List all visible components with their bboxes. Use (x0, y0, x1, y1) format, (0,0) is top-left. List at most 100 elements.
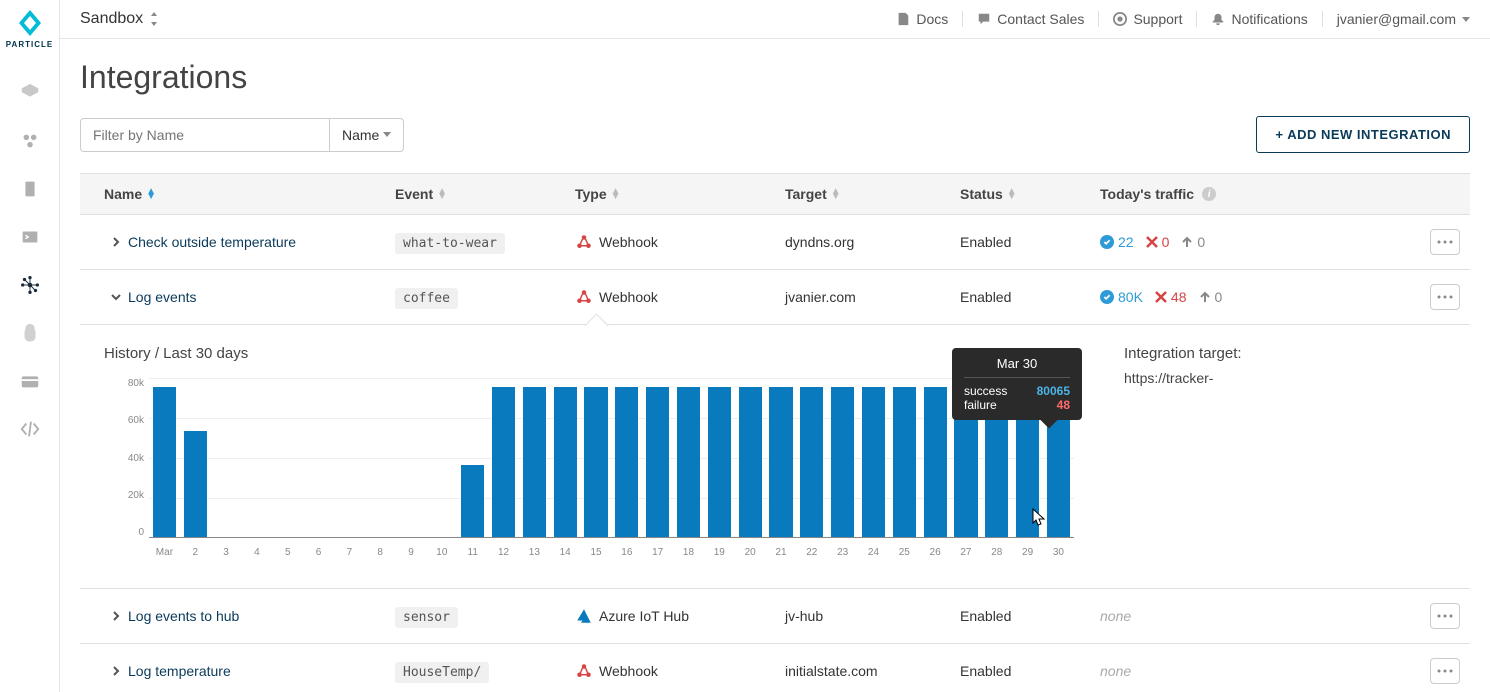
chart-bar[interactable] (858, 378, 889, 537)
x-tick: 28 (981, 547, 1012, 558)
traffic-error: 0 (1146, 234, 1170, 250)
chart-bar[interactable] (457, 378, 488, 537)
breadcrumb[interactable]: Sandbox (80, 10, 159, 28)
table-row[interactable]: Log temperatureHouseTemp/Webhookinitials… (80, 644, 1470, 692)
chart-bar[interactable] (519, 378, 550, 537)
expand-toggle[interactable] (104, 234, 128, 250)
chevron-right-icon (111, 611, 121, 621)
contact-link[interactable]: Contact Sales (962, 11, 1098, 27)
column-status[interactable]: Status▲▼ (960, 186, 1100, 202)
x-tick: 18 (673, 547, 704, 558)
chart-bar[interactable] (889, 378, 920, 537)
chart-bar[interactable] (704, 378, 735, 537)
integration-name[interactable]: Log events to hub (128, 608, 239, 624)
chart-bar[interactable] (766, 378, 797, 537)
chart-tooltip: Mar 30success80065failure48 (952, 348, 1082, 420)
chart-bar[interactable] (796, 378, 827, 537)
webhook-icon (575, 288, 593, 306)
chart-bar[interactable] (827, 378, 858, 537)
integration-status: Enabled (960, 663, 1100, 679)
brand-logo[interactable]: PARTICLE (6, 8, 53, 49)
chart-bar[interactable] (581, 378, 612, 537)
top-links: Docs Contact Sales Support Notifications… (882, 11, 1470, 27)
chart-bar[interactable] (488, 378, 519, 537)
expanded-detail-panel: History / Last 30 days80k60k40k20k0Mar23… (80, 325, 1470, 589)
chart-bar[interactable] (426, 378, 457, 537)
chart-bar[interactable] (396, 378, 427, 537)
nav-console-icon[interactable] (10, 217, 50, 257)
integration-name[interactable]: Log events (128, 289, 197, 305)
nav-products-icon[interactable] (10, 121, 50, 161)
tooltip-success-label: success (964, 384, 1007, 398)
integration-name[interactable]: Log temperature (128, 663, 231, 679)
chart-bar[interactable] (920, 378, 951, 537)
chart-bar[interactable] (642, 378, 673, 537)
bell-icon (1211, 12, 1225, 26)
expand-toggle[interactable] (104, 289, 128, 305)
more-actions-button[interactable] (1430, 229, 1460, 255)
nav-devices-icon[interactable] (10, 73, 50, 113)
nav-sim-icon[interactable] (10, 169, 50, 209)
y-tick: 20k (128, 490, 144, 501)
chart-bar[interactable] (735, 378, 766, 537)
chart-bar[interactable] (611, 378, 642, 537)
y-tick: 60k (128, 415, 144, 426)
column-name[interactable]: Name▲▼ (80, 186, 395, 202)
nav-auth-icon[interactable] (10, 313, 50, 353)
nav-billing-icon[interactable] (10, 361, 50, 401)
filter-input[interactable] (80, 118, 330, 152)
expand-toggle[interactable] (104, 663, 128, 679)
column-target[interactable]: Target▲▼ (785, 186, 960, 202)
chart-bar[interactable] (211, 378, 242, 537)
x-tick: 30 (1043, 547, 1074, 558)
chart-bar[interactable] (149, 378, 180, 537)
chart-bar[interactable] (673, 378, 704, 537)
filter-dropdown[interactable]: Name (330, 118, 404, 152)
x-tick: 3 (211, 547, 242, 558)
traffic-none: none (1100, 663, 1131, 679)
x-icon (1155, 291, 1167, 303)
integration-type: Webhook (599, 234, 658, 250)
traffic-success: 80K (1100, 289, 1143, 305)
user-menu[interactable]: jvanier@gmail.com (1322, 11, 1470, 27)
table-row[interactable]: Log events to hubsensorAzure IoT Hubjv-h… (80, 589, 1470, 644)
tooltip-success-value: 80065 (1037, 384, 1070, 398)
chart-bar[interactable] (334, 378, 365, 537)
add-integration-button[interactable]: + ADD NEW INTEGRATION (1256, 116, 1470, 153)
target-label: Integration target: (1124, 345, 1446, 362)
table-row[interactable]: Log eventscoffeeWebhookjvanier.comEnable… (80, 270, 1470, 325)
more-actions-button[interactable] (1430, 658, 1460, 684)
x-tick: 2 (180, 547, 211, 558)
integration-name[interactable]: Check outside temperature (128, 234, 296, 250)
column-type[interactable]: Type▲▼ (575, 186, 785, 202)
chart-bar[interactable] (272, 378, 303, 537)
expand-toggle[interactable] (104, 608, 128, 624)
support-link[interactable]: Support (1098, 11, 1196, 27)
tooltip-failure-value: 48 (1057, 398, 1070, 412)
tooltip-date: Mar 30 (964, 356, 1070, 378)
more-actions-button[interactable] (1430, 603, 1460, 629)
chart-bar[interactable] (550, 378, 581, 537)
x-tick: 23 (827, 547, 858, 558)
column-event[interactable]: Event▲▼ (395, 186, 575, 202)
nav-code-icon[interactable] (10, 409, 50, 449)
chart-bar[interactable] (241, 378, 272, 537)
nav-integrations-icon[interactable] (10, 265, 50, 305)
more-actions-button[interactable] (1430, 284, 1460, 310)
x-tick: 22 (796, 547, 827, 558)
docs-link[interactable]: Docs (882, 11, 962, 27)
traffic-success: 22 (1100, 234, 1134, 250)
y-tick: 40k (128, 453, 144, 464)
info-icon[interactable]: i (1202, 187, 1216, 201)
chevron-down-icon (383, 132, 391, 137)
traffic-error: 48 (1155, 289, 1187, 305)
chart-bar[interactable] (365, 378, 396, 537)
table-row[interactable]: Check outside temperaturewhat-to-wearWeb… (80, 215, 1470, 270)
chart-bar[interactable] (180, 378, 211, 537)
ellipsis-icon (1437, 669, 1453, 673)
notifications-link[interactable]: Notifications (1196, 11, 1321, 27)
x-tick: 4 (241, 547, 272, 558)
traffic-sleep: 0 (1181, 234, 1205, 250)
chart-bar[interactable] (303, 378, 334, 537)
x-tick: Mar (149, 547, 180, 558)
